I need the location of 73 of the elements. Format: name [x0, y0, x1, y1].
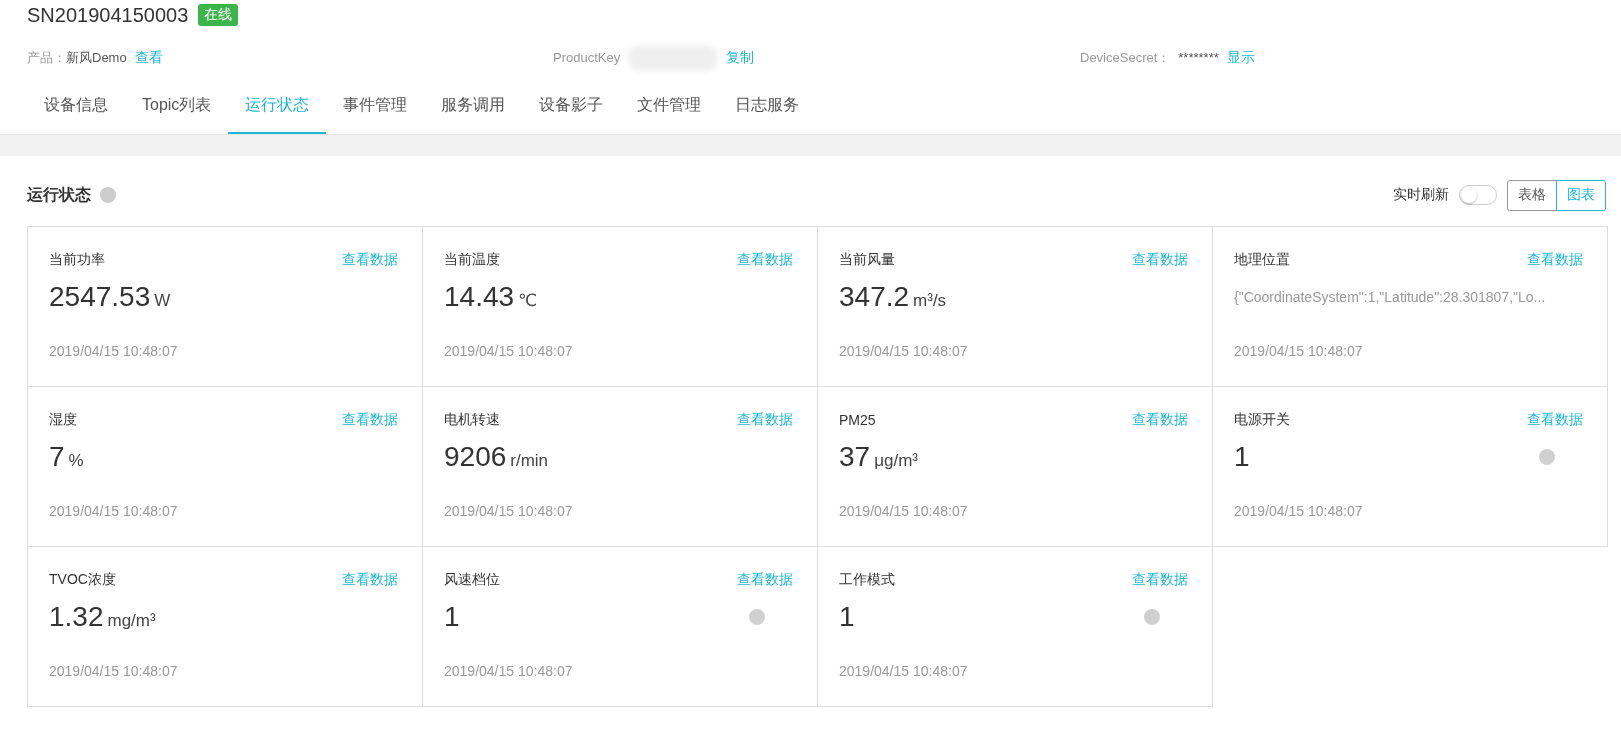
- metric-name: TVOC浓度: [49, 571, 116, 589]
- metric-name: PM25: [839, 412, 876, 428]
- tab[interactable]: 设备信息: [27, 85, 125, 134]
- metric-value: 14.43: [444, 281, 515, 313]
- metric-unit: mg/m³: [107, 611, 156, 631]
- metric-value: 1: [1234, 441, 1250, 473]
- product-key-label: ProductKey: [553, 50, 621, 65]
- view-data-link[interactable]: 查看数据: [1527, 411, 1583, 429]
- metric-name: 湿度: [49, 411, 77, 429]
- metric-time: 2019/04/15 10:48:07: [839, 343, 969, 359]
- metric-time: 2019/04/15 10:48:07: [839, 503, 969, 519]
- device-secret-label: DeviceSecret：: [1080, 48, 1171, 67]
- metric-value: 347.2: [839, 281, 910, 313]
- view-data-link[interactable]: 查看数据: [737, 251, 793, 269]
- tab[interactable]: 设备影子: [522, 85, 621, 134]
- metric-value: 9206: [444, 441, 507, 473]
- view-toggle[interactable]: 图表: [1556, 179, 1606, 211]
- realtime-switch[interactable]: [1459, 185, 1497, 205]
- metric-time: 2019/04/15 10:48:07: [1234, 503, 1364, 519]
- metric-name: 地理位置: [1234, 251, 1290, 269]
- show-secret-link[interactable]: 显示: [1226, 48, 1255, 67]
- view-data-link[interactable]: 查看数据: [737, 411, 793, 429]
- panel-title: 运行状态: [27, 184, 91, 205]
- metric-value: 7: [49, 441, 65, 473]
- view-toggle[interactable]: 表格: [1507, 179, 1557, 211]
- metric-value: 1: [444, 601, 460, 633]
- metric-value: 1: [839, 601, 855, 633]
- metric-time: 2019/04/15 10:48:07: [49, 503, 179, 519]
- metric-time: 2019/04/15 10:48:07: [49, 663, 179, 679]
- metric-time: 2019/04/15 10:48:07: [444, 343, 574, 359]
- metric-name: 当前功率: [49, 251, 105, 269]
- view-data-link[interactable]: 查看数据: [342, 251, 398, 269]
- metric-name: 电源开关: [1234, 411, 1290, 429]
- metric-time: 2019/04/15 10:48:07: [839, 663, 969, 679]
- metric-value: 2547.53: [49, 281, 151, 313]
- metric-time: 2019/04/15 10:48:07: [49, 343, 179, 359]
- metric-name: 工作模式: [839, 571, 895, 589]
- tab[interactable]: 日志服务: [718, 85, 817, 134]
- tab[interactable]: Topic列表: [125, 85, 229, 134]
- metric-name: 当前温度: [444, 251, 500, 269]
- status-badge: 在线: [198, 4, 239, 26]
- view-data-link[interactable]: 查看数据: [1132, 251, 1188, 269]
- metric-time: 2019/04/15 10:48:07: [444, 663, 574, 679]
- device-secret-value: ********: [1178, 50, 1219, 65]
- view-data-link[interactable]: 查看数据: [737, 571, 793, 589]
- realtime-label: 实时刷新: [1393, 186, 1449, 204]
- view-product-link[interactable]: 查看: [134, 48, 163, 67]
- view-data-link[interactable]: 查看数据: [1527, 251, 1583, 269]
- metric-name: 当前风量: [839, 251, 895, 269]
- view-data-link[interactable]: 查看数据: [1132, 411, 1188, 429]
- metric-value: 1.32: [49, 601, 104, 633]
- metric-value: 37: [839, 441, 871, 473]
- metric-unit: μg/m³: [874, 451, 918, 471]
- product-info: 产品：新风Demo: [27, 48, 127, 67]
- help-icon[interactable]: [100, 187, 116, 203]
- metric-unit: m³/s: [913, 291, 947, 311]
- copy-link[interactable]: 复制: [726, 48, 755, 67]
- metric-unit: %: [68, 451, 84, 471]
- tab[interactable]: 文件管理: [620, 85, 719, 134]
- metric-name: 风速档位: [444, 571, 500, 589]
- metric-time: 2019/04/15 10:48:07: [1234, 343, 1364, 359]
- metric-name: 电机转速: [444, 411, 500, 429]
- metric-time: 2019/04/15 10:48:07: [444, 503, 574, 519]
- view-data-link[interactable]: 查看数据: [342, 411, 398, 429]
- metric-unit: ℃: [518, 290, 538, 311]
- metric-unit: W: [154, 291, 171, 311]
- tab[interactable]: 服务调用: [424, 85, 523, 134]
- view-data-link[interactable]: 查看数据: [342, 571, 398, 589]
- metric-value: {"CoordinateSystem":1,"Latitude":28.301807,"Lo...: [1234, 289, 1546, 305]
- view-data-link[interactable]: 查看数据: [1132, 571, 1188, 589]
- device-serial: SN201904150003: [27, 3, 189, 27]
- metric-unit: r/min: [510, 451, 549, 471]
- tab[interactable]: 事件管理: [326, 85, 425, 134]
